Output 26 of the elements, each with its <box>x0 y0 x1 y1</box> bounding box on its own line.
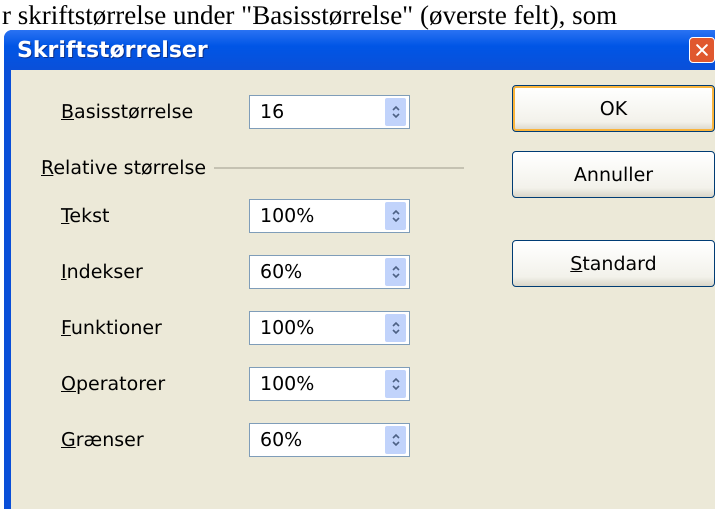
close-icon <box>694 42 710 58</box>
section-heading: Relative størrelse <box>41 157 208 179</box>
field-label: Indekser <box>60 261 144 283</box>
spin-arrows-icon <box>390 320 400 336</box>
spin-field[interactable]: 60% <box>249 423 410 457</box>
close-button[interactable] <box>689 37 715 63</box>
dialog-button[interactable]: Annuller <box>512 151 715 198</box>
field-label: Basisstørrelse <box>60 101 194 123</box>
spin-arrows-icon <box>390 104 400 120</box>
dialog-button[interactable]: Standard <box>512 240 715 287</box>
document-text: r skriftstørrelse under "Basisstørrelse" (øverste felt), som <box>2 0 618 30</box>
spin-arrows-icon <box>390 432 400 448</box>
spin-arrows-icon <box>390 376 400 392</box>
spin-arrows-icon <box>390 208 400 224</box>
field-label: Operatorer <box>60 373 166 395</box>
spin-field[interactable]: 100% <box>249 367 410 401</box>
spin-field[interactable]: 100% <box>249 199 410 233</box>
field-label: Tekst <box>60 205 110 227</box>
field-label: Grænser <box>60 429 145 451</box>
window-title: Skriftstørrelser <box>17 38 208 62</box>
field-label: Funktioner <box>60 317 163 339</box>
spin-field[interactable]: 60% <box>249 255 410 289</box>
spin-field[interactable]: 16 <box>249 95 410 129</box>
spin-arrows-icon <box>390 264 400 280</box>
spin-field[interactable]: 100% <box>249 311 410 345</box>
dialog-button[interactable]: OK <box>512 85 715 132</box>
